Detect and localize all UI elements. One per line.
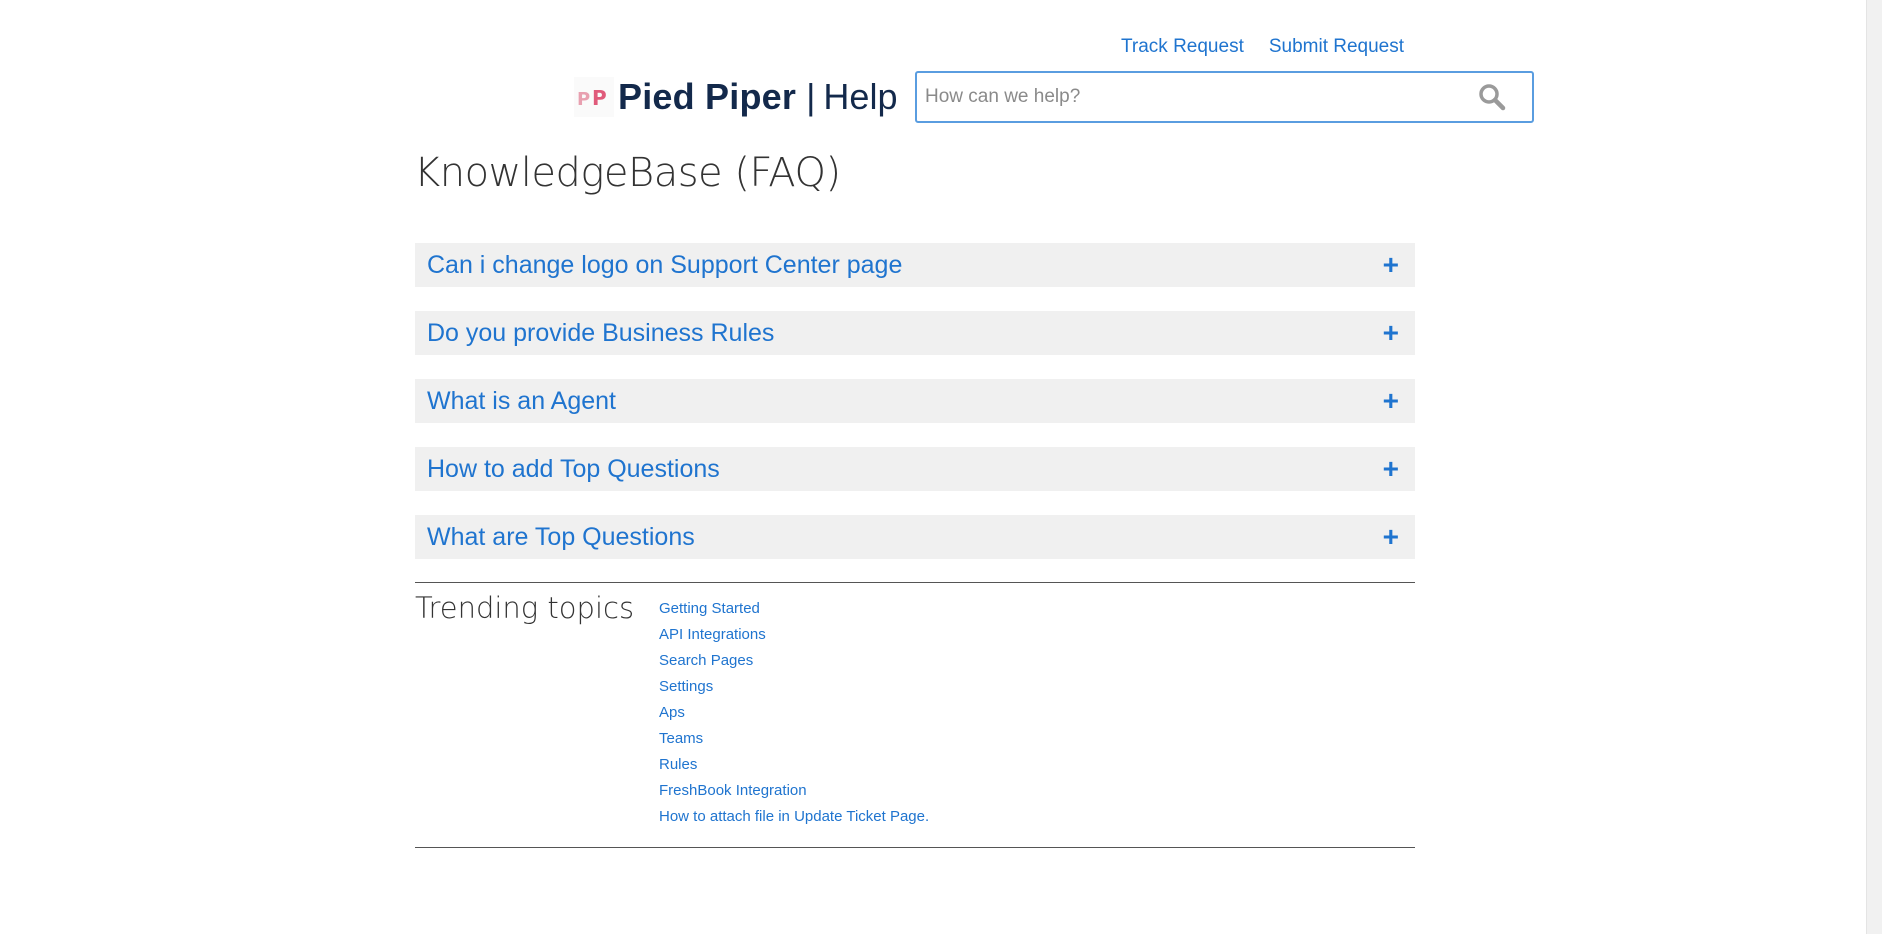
expand-icon[interactable]: + <box>1383 523 1399 551</box>
search-box <box>915 71 1534 123</box>
faq-question[interactable]: What are Top Questions <box>427 523 695 552</box>
trending-topic-link[interactable]: Settings <box>659 678 713 695</box>
trending-topic-item: FreshBook Integration <box>659 782 929 808</box>
faq-question[interactable]: Do you provide Business Rules <box>427 319 774 348</box>
trending-topic-item: Search Pages <box>659 652 929 678</box>
trending-topics-list: Getting Started API Integrations Search … <box>659 600 929 834</box>
expand-icon[interactable]: + <box>1383 387 1399 415</box>
trending-topic-item: Getting Started <box>659 600 929 626</box>
trending-topic-link[interactable]: Getting Started <box>659 600 760 617</box>
faq-item[interactable]: Can i change logo on Support Center page… <box>415 243 1415 287</box>
faq-question[interactable]: Can i change logo on Support Center page <box>427 251 902 280</box>
faq-item[interactable]: What is an Agent + <box>415 379 1415 423</box>
page-title: KnowledgeBase (FAQ) <box>414 150 841 196</box>
pp-logo-icon: P P <box>574 77 614 117</box>
trending-topics-title: Trending topics <box>415 591 635 625</box>
faq-item[interactable]: Do you provide Business Rules + <box>415 311 1415 355</box>
faq-item[interactable]: What are Top Questions + <box>415 515 1415 559</box>
search-input[interactable] <box>917 74 1476 120</box>
trending-topics-section: Trending topics Getting Started API Inte… <box>415 582 1415 848</box>
svg-text:P: P <box>577 89 590 110</box>
trending-topic-item: How to attach file in Update Ticket Page… <box>659 808 929 834</box>
expand-icon[interactable]: + <box>1383 455 1399 483</box>
brand-name: Pied Piper <box>618 76 797 117</box>
search-icon[interactable] <box>1476 81 1508 113</box>
trending-topic-link[interactable]: FreshBook Integration <box>659 782 807 799</box>
faq-item[interactable]: How to add Top Questions + <box>415 447 1415 491</box>
trending-topic-item: Rules <box>659 756 929 782</box>
expand-icon[interactable]: + <box>1383 251 1399 279</box>
trending-topic-item: Aps <box>659 704 929 730</box>
trending-topic-item: Settings <box>659 678 929 704</box>
trending-topic-link[interactable]: Teams <box>659 730 703 747</box>
faq-question[interactable]: How to add Top Questions <box>427 455 720 484</box>
vertical-scrollbar[interactable] <box>1866 0 1882 934</box>
trending-topic-link[interactable]: Rules <box>659 756 697 773</box>
page: Track Request Submit Request P P Pied Pi… <box>0 0 1882 934</box>
trending-topic-link[interactable]: How to attach file in Update Ticket Page… <box>659 808 929 825</box>
top-links: Track Request Submit Request <box>1121 36 1404 58</box>
trending-topic-item: Teams <box>659 730 929 756</box>
submit-request-link[interactable]: Submit Request <box>1269 36 1404 58</box>
brand[interactable]: P P Pied Piper | Help <box>574 76 897 118</box>
expand-icon[interactable]: + <box>1383 319 1399 347</box>
brand-help: Help <box>823 76 898 117</box>
trending-topic-item: API Integrations <box>659 626 929 652</box>
trending-topic-link[interactable]: Aps <box>659 704 685 721</box>
svg-text:P: P <box>592 86 607 110</box>
track-request-link[interactable]: Track Request <box>1121 36 1244 58</box>
trending-topic-link[interactable]: Search Pages <box>659 652 753 669</box>
brand-separator: | <box>806 76 816 117</box>
trending-topic-link[interactable]: API Integrations <box>659 626 766 643</box>
faq-list: Can i change logo on Support Center page… <box>415 243 1415 583</box>
faq-question[interactable]: What is an Agent <box>427 387 616 416</box>
